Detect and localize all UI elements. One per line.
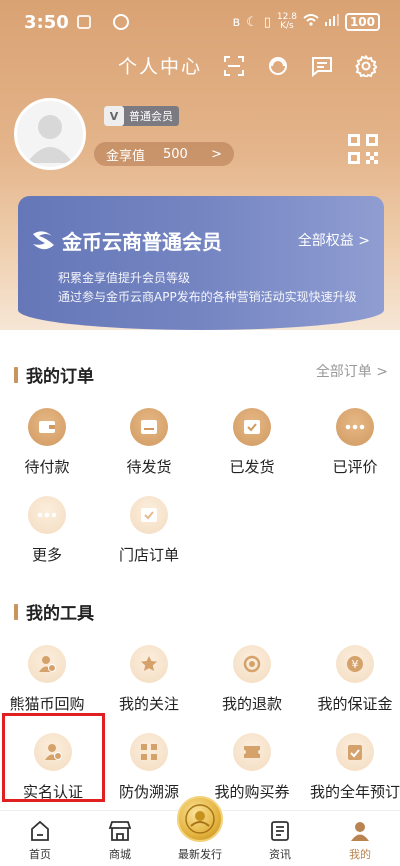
member-level-label: 普通会员 bbox=[129, 110, 173, 123]
page-title: 个人中心 bbox=[117, 56, 202, 78]
tool-item-label: 防伪溯源 bbox=[118, 783, 179, 801]
vibrate-icon: ▯ bbox=[263, 14, 271, 30]
wallet-icon bbox=[28, 408, 66, 446]
gold-coin-logo-icon bbox=[33, 230, 54, 249]
store-order-icon bbox=[130, 496, 168, 534]
customer-service-icon[interactable] bbox=[266, 54, 290, 78]
order-item-pending-payment[interactable]: 待付款 bbox=[0, 408, 97, 477]
bottom-nav-label: 我的 bbox=[349, 848, 371, 861]
tool-item-annual-preorder[interactable]: 我的全年预订 bbox=[305, 733, 400, 802]
wifi-icon bbox=[303, 14, 319, 30]
status-app-icon bbox=[112, 14, 129, 30]
score-pill[interactable]: 金享值 500 > bbox=[94, 142, 234, 166]
trace-icon bbox=[130, 733, 168, 771]
order-item-label: 待付款 bbox=[24, 458, 70, 476]
order-item-label: 门店订单 bbox=[118, 546, 179, 564]
tool-item-label: 我的全年预订 bbox=[309, 783, 400, 801]
tool-item-label: 熊猫币回购 bbox=[9, 695, 85, 713]
order-item-more[interactable]: 更多 bbox=[0, 496, 97, 565]
all-orders-link[interactable]: 全部订单 > bbox=[316, 361, 388, 381]
moon-icon: ☾ bbox=[246, 14, 258, 30]
preorder-icon bbox=[336, 733, 374, 771]
deposit-icon: ¥ bbox=[336, 645, 374, 683]
profile-icon bbox=[347, 818, 373, 844]
chevron-right-icon: > bbox=[211, 146, 222, 162]
card-description-2: 通过参与金币云商APP发布的各种营销活动实现快速升级 bbox=[58, 290, 357, 304]
member-logo-icon: V bbox=[104, 106, 124, 126]
bottom-nav-profile[interactable]: 我的 bbox=[320, 811, 400, 866]
order-item-label: 更多 bbox=[31, 546, 62, 564]
settings-gear-icon[interactable] bbox=[354, 54, 378, 78]
scan-icon[interactable] bbox=[222, 54, 246, 78]
all-benefits-link[interactable]: 全部权益 > bbox=[298, 230, 370, 250]
order-item-label: 已评价 bbox=[332, 458, 378, 476]
tool-item-refunds[interactable]: 我的退款 bbox=[202, 645, 302, 714]
score-value: 500 bbox=[163, 146, 188, 162]
more-icon bbox=[28, 496, 66, 534]
tool-item-deposit[interactable]: ¥ 我的保证金 bbox=[305, 645, 400, 714]
bottom-nav-label: 首页 bbox=[29, 848, 51, 861]
score-label: 金享值 bbox=[106, 148, 146, 164]
coin-icon[interactable] bbox=[177, 796, 223, 842]
card-description-1: 积累金享值提升会员等级 bbox=[58, 271, 191, 285]
signal-icon bbox=[324, 14, 339, 30]
status-bar: 3:50 ʙ ☾ ▯ 12.8 K/s 100 bbox=[0, 0, 400, 44]
tools-section-title: 我的工具 bbox=[14, 599, 94, 624]
buyback-icon bbox=[28, 645, 66, 683]
tool-item-label: 我的购买券 bbox=[214, 783, 290, 801]
order-item-awaiting-shipment[interactable]: 待发货 bbox=[99, 408, 199, 477]
bottom-nav-shop[interactable]: 商城 bbox=[80, 811, 160, 866]
card-title-text: 金币云商普通会员 bbox=[62, 230, 222, 254]
member-level-badge: V 普通会员 bbox=[104, 106, 179, 126]
svg-text:¥: ¥ bbox=[352, 658, 359, 671]
home-icon bbox=[27, 818, 53, 844]
order-item-reviewed[interactable]: 已评价 bbox=[305, 408, 400, 477]
highlight-box bbox=[2, 713, 105, 802]
bottom-nav-news[interactable]: 资讯 bbox=[240, 811, 320, 866]
avatar[interactable] bbox=[14, 98, 86, 170]
bluetooth-icon: ʙ bbox=[232, 14, 241, 30]
star-icon bbox=[130, 645, 168, 683]
order-item-shipped[interactable]: 已发货 bbox=[202, 408, 302, 477]
message-icon[interactable] bbox=[310, 54, 334, 78]
tool-item-label: 我的退款 bbox=[221, 695, 282, 713]
status-time: 3:50 bbox=[24, 11, 69, 33]
news-icon bbox=[267, 818, 293, 844]
comment-icon bbox=[336, 408, 374, 446]
orders-section-title: 我的订单 bbox=[14, 362, 94, 387]
bottom-nav-label: 最新发行 bbox=[178, 848, 222, 861]
refund-icon bbox=[233, 645, 271, 683]
qr-code-icon[interactable] bbox=[348, 134, 378, 164]
network-speed-unit: K/s bbox=[280, 21, 294, 31]
status-right: ʙ ☾ ▯ 12.8 K/s 100 bbox=[233, 13, 380, 31]
bottom-nav-label: 资讯 bbox=[269, 848, 291, 861]
tool-item-panda-buyback[interactable]: 熊猫币回购 bbox=[0, 645, 97, 714]
bottom-nav-label: 商城 bbox=[109, 848, 131, 861]
card-title: 金币云商普通会员 bbox=[30, 226, 222, 255]
bottom-nav-home[interactable]: 首页 bbox=[0, 811, 80, 866]
default-avatar-icon bbox=[27, 115, 73, 163]
coupon-icon bbox=[233, 733, 271, 771]
box-icon bbox=[130, 408, 168, 446]
shop-icon bbox=[107, 818, 133, 844]
order-item-label: 已发货 bbox=[229, 458, 275, 476]
tool-item-purchase-coupons[interactable]: 我的购买券 bbox=[202, 733, 302, 802]
tool-item-anti-counterfeit-trace[interactable]: 防伪溯源 bbox=[99, 733, 199, 802]
top-nav: 个人中心 bbox=[118, 52, 378, 79]
battery-indicator: 100 bbox=[344, 13, 380, 31]
order-item-store-orders[interactable]: 门店订单 bbox=[99, 496, 199, 565]
tool-item-label: 我的保证金 bbox=[317, 695, 393, 713]
order-item-label: 待发货 bbox=[126, 458, 172, 476]
network-speed: 12.8 K/s bbox=[277, 13, 297, 31]
shipped-icon bbox=[233, 408, 271, 446]
notification-icon bbox=[76, 15, 91, 29]
tool-item-following[interactable]: 我的关注 bbox=[99, 645, 199, 714]
member-card[interactable]: 金币云商普通会员 全部权益 > 积累金享值提升会员等级 通过参与金币云商APP发… bbox=[18, 196, 384, 330]
tool-item-label: 我的关注 bbox=[118, 695, 179, 713]
